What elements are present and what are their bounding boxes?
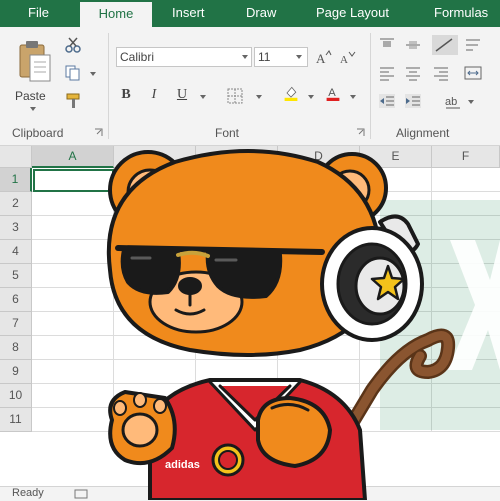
jersey-brand-text: adidas [165, 459, 200, 471]
bear-mascot-illustration: adidas [106, 149, 456, 500]
